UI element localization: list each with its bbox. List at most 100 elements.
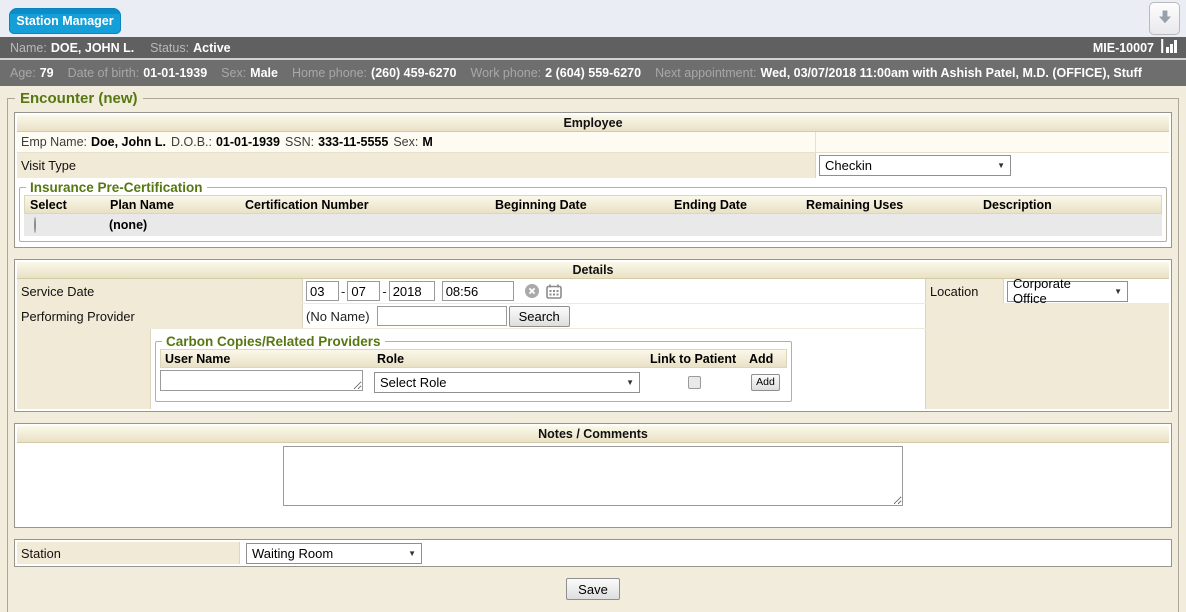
age-item: Age: 79	[10, 66, 54, 80]
emp-ssn-label: SSN:	[285, 135, 314, 149]
date-separator-2: -	[382, 284, 386, 299]
notes-textarea[interactable]	[283, 446, 903, 506]
sex-value: Male	[250, 66, 278, 80]
col-description: Description	[978, 198, 1161, 212]
visit-type-value: Checkin	[825, 158, 872, 173]
carbon-copies-cell: Carbon Copies/Related Providers User Nam…	[151, 329, 926, 409]
station-label: Station	[17, 542, 240, 564]
download-button[interactable]	[1149, 2, 1180, 35]
save-button[interactable]: Save	[566, 578, 620, 600]
provider-search-button[interactable]: Search	[509, 306, 570, 327]
dob-value: 01-01-1939	[143, 66, 207, 80]
insurance-legend: Insurance Pre-Certification	[26, 180, 207, 195]
emp-dob-value: 01-01-1939	[216, 135, 280, 149]
sex-label: Sex:	[221, 66, 246, 80]
patient-name: DOE, JOHN L.	[51, 41, 134, 55]
notes-body	[17, 443, 1169, 525]
download-arrow-icon	[1157, 9, 1173, 28]
emp-sex-value: M	[422, 135, 432, 149]
dob-label: Date of birth:	[68, 66, 140, 80]
carbon-copies-fieldset: Carbon Copies/Related Providers User Nam…	[155, 334, 792, 402]
chart-id-link[interactable]: MIE-10007	[1093, 39, 1178, 56]
name-label: Name:	[10, 41, 47, 55]
carbon-header-row: User Name Role Link to Patient Add	[160, 349, 787, 368]
emp-ssn-value: 333-11-5555	[318, 135, 388, 149]
patient-name-bar: Name: DOE, JOHN L. Status: Active MIE-10…	[0, 37, 1186, 60]
clear-date-icon[interactable]	[525, 284, 539, 298]
encounter-fieldset: Encounter (new) Employee Emp Name: Doe, …	[7, 90, 1179, 612]
station-select[interactable]: Waiting Room ▼	[246, 543, 422, 564]
top-toolbar: Station Manager	[0, 0, 1186, 37]
carbon-copies-row: Carbon Copies/Related Providers User Nam…	[17, 329, 1169, 409]
role-select[interactable]: Select Role ▼	[374, 372, 640, 393]
col-ending-date: Ending Date	[669, 198, 801, 212]
select-arrow-icon: ▼	[408, 549, 416, 558]
carbon-entry-row: Select Role ▼ Add	[160, 368, 787, 396]
visit-type-select[interactable]: Checkin ▼	[819, 155, 1011, 176]
station-box: Station Waiting Room ▼	[14, 539, 1172, 567]
next-appointment-item: Next appointment: Wed, 03/07/2018 11:00am…	[655, 66, 1142, 80]
col-add: Add	[745, 352, 786, 366]
role-value: Select Role	[380, 375, 446, 390]
service-date-row: Service Date - -	[17, 279, 1169, 304]
performing-provider-row: Performing Provider (No Name) Search	[17, 304, 1169, 329]
details-box: Details Service Date - -	[14, 259, 1172, 412]
page-content: Encounter (new) Employee Emp Name: Doe, …	[0, 86, 1186, 610]
next-appointment-label: Next appointment:	[655, 66, 756, 80]
date-separator: -	[341, 284, 345, 299]
station-row: Station Waiting Room ▼	[17, 542, 1169, 564]
service-date-value-cell: - -	[303, 279, 926, 303]
dob-item: Date of birth:01-01-1939	[68, 66, 208, 80]
col-select: Select	[25, 198, 105, 212]
calendar-icon[interactable]	[546, 284, 562, 299]
service-date-day-input[interactable]	[347, 281, 380, 301]
work-phone-value: 2 (604) 559-6270	[545, 66, 641, 80]
employee-info: Emp Name: Doe, John L. D.O.B.: 01-01-193…	[17, 132, 816, 152]
home-phone-value: (260) 459-6270	[371, 66, 456, 80]
bar-chart-icon[interactable]	[1161, 39, 1178, 56]
home-phone-label: Home phone:	[292, 66, 367, 80]
age-value: 79	[40, 66, 54, 80]
employee-box: Employee Emp Name: Doe, John L. D.O.B.: …	[14, 112, 1172, 248]
demographics-bar: Age: 79 Date of birth:01-01-1939 Sex: Male…	[0, 60, 1186, 86]
details-header: Details	[17, 262, 1169, 279]
age-label: Age:	[10, 66, 36, 80]
carbon-copies-legend: Carbon Copies/Related Providers	[162, 334, 385, 349]
employee-info-row: Emp Name: Doe, John L. D.O.B.: 01-01-193…	[17, 132, 1169, 153]
carbon-row-filler	[926, 329, 1169, 409]
performing-provider-label: Performing Provider	[17, 304, 303, 328]
employee-header: Employee	[17, 115, 1169, 132]
home-phone-item: Home phone: (260) 459-6270	[292, 66, 457, 80]
next-appointment-value: Wed, 03/07/2018 11:00am with Ashish Pate…	[761, 66, 1142, 80]
service-time-input[interactable]	[442, 281, 514, 301]
link-to-patient-checkbox[interactable]	[688, 376, 701, 389]
col-beginning-date: Beginning Date	[490, 198, 669, 212]
location-select[interactable]: Corporate Office ▼	[1007, 281, 1128, 302]
col-plan-name: Plan Name	[105, 198, 240, 212]
emp-sex-label: Sex:	[393, 135, 418, 149]
user-name-input[interactable]	[160, 370, 363, 391]
service-date-month-input[interactable]	[306, 281, 339, 301]
col-user-name: User Name	[161, 352, 373, 366]
station-value-cell: Waiting Room ▼	[240, 542, 1169, 564]
provider-search-input[interactable]	[377, 306, 507, 326]
precert-none-radio[interactable]	[34, 217, 36, 233]
select-arrow-icon: ▼	[1114, 287, 1122, 296]
sex-item: Sex: Male	[221, 66, 278, 80]
insurance-fieldset: Insurance Pre-Certification Select Plan …	[19, 180, 1167, 242]
emp-name-label: Emp Name:	[21, 135, 87, 149]
add-button[interactable]: Add	[751, 374, 780, 391]
station-manager-tab[interactable]: Station Manager	[9, 8, 121, 34]
notes-box: Notes / Comments	[14, 423, 1172, 528]
save-row: Save	[13, 578, 1173, 600]
notes-header: Notes / Comments	[17, 426, 1169, 443]
insurance-row-none: (none)	[24, 214, 1162, 236]
no-name-text: (No Name)	[306, 309, 370, 324]
insurance-header-row: Select Plan Name Certification Number Be…	[24, 195, 1162, 214]
col-role: Role	[373, 352, 646, 366]
chart-id: MIE-10007	[1093, 41, 1154, 55]
visit-type-label: Visit Type	[17, 153, 816, 178]
service-date-year-input[interactable]	[389, 281, 435, 301]
location-label: Location	[926, 279, 1004, 303]
visit-type-row: Visit Type Checkin ▼	[17, 153, 1169, 178]
